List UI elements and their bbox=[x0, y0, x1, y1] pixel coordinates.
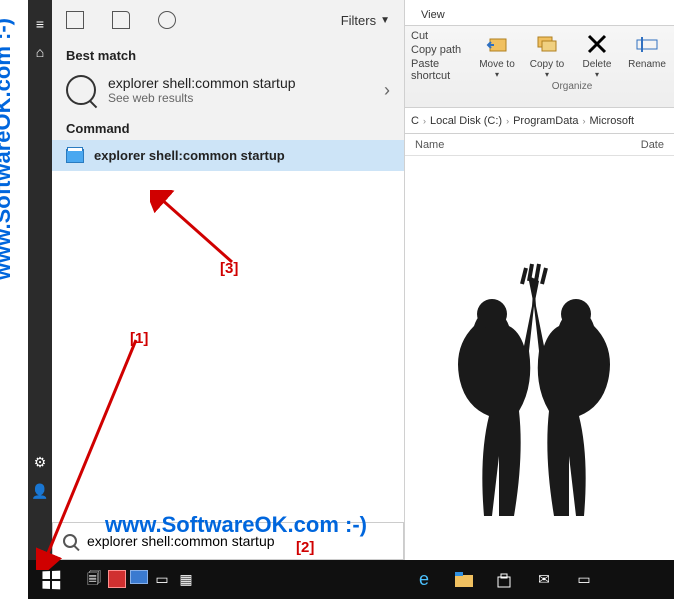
chevron-right-icon[interactable]: › bbox=[384, 80, 390, 101]
column-date[interactable]: Date bbox=[641, 139, 664, 151]
settings-icon[interactable]: ⚙ bbox=[34, 454, 47, 471]
copy-to-icon bbox=[533, 30, 561, 58]
search-input[interactable] bbox=[87, 533, 393, 549]
best-match-item[interactable]: explorer shell:common startup See web re… bbox=[52, 67, 404, 113]
chevron-right-icon: › bbox=[423, 116, 426, 126]
taskbar-app-icon[interactable]: ▭ bbox=[574, 570, 594, 590]
command-item[interactable]: explorer shell:common startup bbox=[52, 140, 404, 171]
copy-to-button[interactable]: Copy to ▾ bbox=[526, 30, 568, 79]
taskbar-app-icon[interactable] bbox=[130, 570, 148, 584]
edge-icon[interactable]: e bbox=[414, 570, 434, 590]
search-icon bbox=[66, 75, 96, 105]
breadcrumb-part[interactable]: C bbox=[411, 115, 419, 127]
copy-path-button[interactable]: Copy path bbox=[411, 44, 468, 56]
copy-to-label: Copy to bbox=[530, 59, 564, 70]
best-match-subtitle: See web results bbox=[108, 91, 372, 105]
chevron-down-icon: ▼ bbox=[380, 15, 390, 26]
cortana-sidebar: ≡ ⌂ ⚙ 👤 bbox=[28, 0, 52, 560]
high-five-silhouette bbox=[405, 256, 664, 536]
file-list bbox=[405, 156, 674, 556]
taskbar-app-icon[interactable]: ▭ bbox=[152, 570, 172, 590]
search-results-body bbox=[52, 171, 404, 522]
filters-label: Filters bbox=[341, 13, 376, 28]
start-button[interactable] bbox=[32, 560, 70, 599]
taskbar-app-icon[interactable]: ▦ bbox=[176, 570, 196, 590]
best-match-heading: Best match bbox=[52, 40, 404, 67]
web-scope-icon[interactable] bbox=[158, 11, 176, 29]
cut-button[interactable]: Cut bbox=[411, 30, 468, 42]
breadcrumb-part[interactable]: ProgramData bbox=[513, 115, 578, 127]
best-match-title: explorer shell:common startup bbox=[108, 75, 372, 91]
windows-logo-icon bbox=[42, 570, 60, 589]
search-panel: Filters ▼ Best match explorer shell:comm… bbox=[52, 0, 404, 560]
command-text: explorer shell:common startup bbox=[94, 148, 285, 163]
ribbon: Cut Copy path Paste shortcut Move to ▾ C… bbox=[405, 26, 674, 108]
ribbon-clipboard-actions: Cut Copy path Paste shortcut bbox=[411, 30, 476, 103]
ribbon-tabs: View bbox=[405, 0, 674, 26]
ribbon-group-organize: Organize bbox=[552, 81, 593, 92]
search-icon bbox=[63, 534, 77, 548]
file-explorer-icon[interactable] bbox=[454, 570, 474, 590]
delete-label: Delete bbox=[583, 59, 612, 70]
move-to-icon bbox=[483, 30, 511, 58]
menu-icon[interactable]: ≡ bbox=[36, 16, 44, 32]
filters-dropdown[interactable]: Filters ▼ bbox=[341, 13, 390, 28]
run-command-icon bbox=[66, 149, 84, 163]
move-to-label: Move to bbox=[479, 59, 515, 70]
home-icon[interactable]: ⌂ bbox=[36, 44, 44, 60]
store-icon[interactable] bbox=[494, 570, 514, 590]
column-name[interactable]: Name bbox=[415, 139, 641, 151]
taskbar-app-icon[interactable] bbox=[108, 570, 126, 588]
search-panel-top: Filters ▼ bbox=[52, 0, 404, 40]
delete-icon bbox=[583, 30, 611, 58]
chevron-right-icon: › bbox=[583, 116, 586, 126]
feedback-icon[interactable]: 👤 bbox=[31, 483, 48, 500]
taskbar: 🗐 ▭ ▦ e ✉ ▭ bbox=[28, 560, 674, 599]
tab-view[interactable]: View bbox=[411, 5, 455, 25]
apps-scope-icon[interactable] bbox=[66, 11, 84, 29]
watermark-left: www.SoftwareOK.com :-) bbox=[0, 18, 16, 280]
mail-icon[interactable]: ✉ bbox=[534, 570, 554, 590]
search-input-wrap[interactable] bbox=[52, 522, 404, 560]
chevron-right-icon: › bbox=[506, 116, 509, 126]
command-heading: Command bbox=[52, 113, 404, 140]
rename-button[interactable]: Rename bbox=[626, 30, 668, 79]
rename-label: Rename bbox=[628, 59, 666, 70]
delete-button[interactable]: Delete ▾ bbox=[576, 30, 618, 79]
column-headers: Name Date bbox=[405, 134, 674, 156]
breadcrumb[interactable]: C › Local Disk (C:) › ProgramData › Micr… bbox=[405, 108, 674, 134]
taskbar-app-icon[interactable]: 🗐 bbox=[84, 570, 104, 590]
move-to-button[interactable]: Move to ▾ bbox=[476, 30, 518, 79]
file-explorer: View Cut Copy path Paste shortcut Move t… bbox=[404, 0, 674, 560]
documents-scope-icon[interactable] bbox=[112, 11, 130, 29]
breadcrumb-part[interactable]: Microsoft bbox=[590, 115, 635, 127]
paste-shortcut-button[interactable]: Paste shortcut bbox=[411, 58, 468, 82]
breadcrumb-part[interactable]: Local Disk (C:) bbox=[430, 115, 502, 127]
rename-icon bbox=[633, 30, 661, 58]
